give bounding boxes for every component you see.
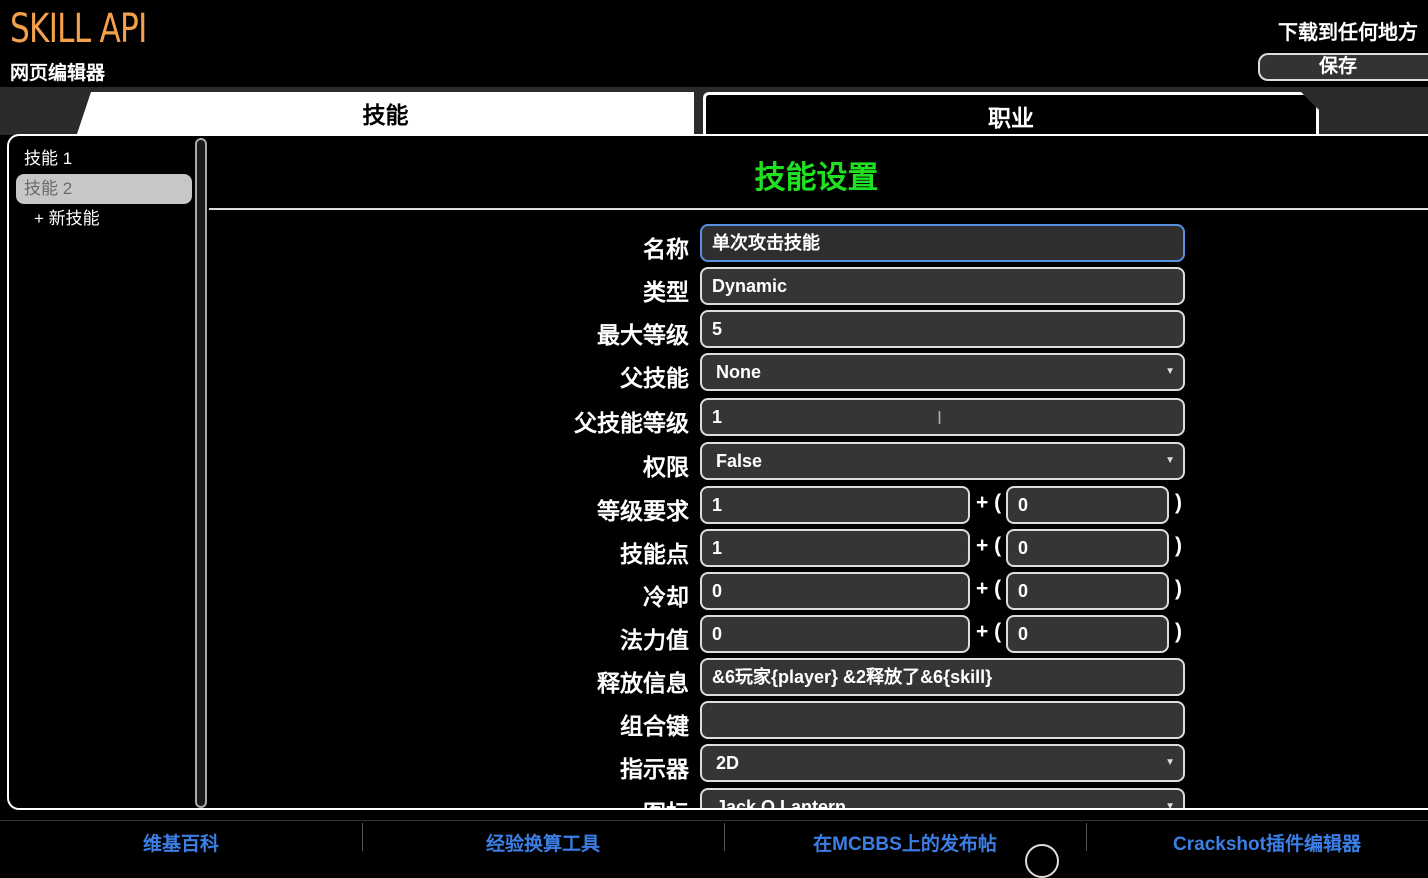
- chevron-down-icon: ▼: [1165, 455, 1175, 466]
- app-logo: SKILL API: [10, 6, 147, 52]
- footer-link-wiki[interactable]: 维基百科: [0, 829, 362, 856]
- skill-points-scale-input[interactable]: 0: [1006, 529, 1169, 567]
- type-label: 类型: [643, 279, 689, 305]
- save-button[interactable]: 保存: [1258, 53, 1428, 81]
- parent-skill-value: None: [716, 362, 761, 382]
- footer-link-exp-tool[interactable]: 经验换算工具: [362, 829, 724, 856]
- cooldown-label: 冷却: [643, 584, 689, 610]
- row-max-level: 最大等级 5: [209, 310, 1209, 348]
- tab-classes[interactable]: 职业: [703, 92, 1319, 134]
- main-header: 技能设置: [209, 138, 1428, 210]
- chevron-down-icon: ▼: [1165, 366, 1175, 377]
- permission-label: 权限: [643, 454, 689, 480]
- combo-input[interactable]: [700, 701, 1185, 739]
- cooldown-base-input[interactable]: 0: [700, 572, 970, 610]
- skill-list: 技能 1 技能 2 + 新技能: [11, 138, 201, 808]
- row-cast-message: 释放信息 &6玩家{player} &2释放了&6{skill}: [209, 658, 1209, 696]
- parent-skill-select[interactable]: None ▼: [700, 353, 1185, 391]
- new-skill-button[interactable]: + 新技能: [16, 204, 192, 234]
- close-paren: ): [1175, 620, 1182, 643]
- mana-label: 法力值: [620, 627, 689, 653]
- row-skill-points: 技能点 1 + ( 0 ): [209, 529, 1209, 567]
- level-req-label: 等级要求: [597, 498, 689, 524]
- row-indicator: 指示器 2D ▼: [209, 744, 1209, 782]
- text-cursor-icon: I: [937, 408, 943, 428]
- editor-panel: 技能 1 技能 2 + 新技能 技能设置 名称 单次攻击技能 类型 Dynami…: [7, 134, 1428, 810]
- parent-level-label: 父技能等级: [574, 410, 689, 436]
- close-paren: ): [1175, 534, 1182, 557]
- row-icon: 图标 Jack O Lantern ▼: [209, 788, 1209, 808]
- download-link[interactable]: 下载到任何地方: [1278, 16, 1418, 45]
- combo-label: 组合键: [620, 713, 689, 739]
- permission-select[interactable]: False ▼: [700, 442, 1185, 480]
- type-input[interactable]: Dynamic: [700, 267, 1185, 305]
- icon-value: Jack O Lantern: [716, 797, 847, 808]
- permission-value: False: [716, 451, 763, 471]
- app-subtitle: 网页编辑器: [10, 63, 106, 84]
- row-parent-level: 父技能等级 1: [209, 398, 1209, 436]
- row-permission: 权限 False ▼: [209, 442, 1209, 480]
- plus-sign: + (: [976, 577, 1002, 600]
- close-paren: ): [1175, 491, 1182, 514]
- row-mana: 法力值 0 + ( 0 ): [209, 615, 1209, 653]
- skill-points-label: 技能点: [620, 541, 689, 567]
- footer-link-crackshot[interactable]: Crackshot插件编辑器: [1086, 829, 1428, 856]
- row-level-req: 等级要求 1 + ( 0 ): [209, 486, 1209, 524]
- max-level-label: 最大等级: [597, 322, 689, 348]
- row-parent-skill: 父技能 None ▼: [209, 353, 1209, 391]
- level-req-scale-input[interactable]: 0: [1006, 486, 1169, 524]
- max-level-input[interactable]: 5: [700, 310, 1185, 348]
- chevron-down-icon: ▼: [1165, 757, 1175, 768]
- indicator-value: 2D: [716, 753, 740, 773]
- cooldown-scale-input[interactable]: 0: [1006, 572, 1169, 610]
- chevron-down-icon: ▼: [1165, 801, 1175, 808]
- plus-sign: + (: [976, 491, 1002, 514]
- mana-base-input[interactable]: 0: [700, 615, 970, 653]
- skill-list-item-selected[interactable]: 技能 2: [16, 174, 192, 204]
- row-cooldown: 冷却 0 + ( 0 ): [209, 572, 1209, 610]
- parent-skill-label: 父技能: [620, 365, 689, 391]
- skill-list-item[interactable]: 技能 1: [16, 144, 192, 174]
- row-name: 名称 单次攻击技能: [209, 224, 1209, 262]
- footer: 维基百科 经验换算工具 在MCBBS上的发布帖 Crackshot插件编辑器: [0, 820, 1428, 855]
- icon-label: 图标: [643, 794, 689, 808]
- name-input[interactable]: 单次攻击技能: [700, 224, 1185, 262]
- indicator-label: 指示器: [620, 756, 689, 782]
- mana-scale-input[interactable]: 0: [1006, 615, 1169, 653]
- icon-select[interactable]: Jack O Lantern ▼: [700, 788, 1185, 808]
- indicator-select[interactable]: 2D ▼: [700, 744, 1185, 782]
- level-req-base-input[interactable]: 1: [700, 486, 970, 524]
- circle-icon: [1025, 844, 1059, 878]
- close-paren: ): [1175, 577, 1182, 600]
- plus-sign: + (: [976, 534, 1002, 557]
- row-type: 类型 Dynamic: [209, 267, 1209, 305]
- plus-sign: + (: [976, 620, 1002, 643]
- parent-level-input[interactable]: 1: [700, 398, 1185, 436]
- page-title: 技能设置: [754, 160, 879, 195]
- cast-message-input[interactable]: &6玩家{player} &2释放了&6{skill}: [700, 658, 1185, 696]
- cast-message-label: 释放信息: [597, 670, 689, 696]
- skill-list-scrollbar[interactable]: [195, 138, 207, 808]
- name-label: 名称: [643, 236, 689, 262]
- skill-points-base-input[interactable]: 1: [700, 529, 970, 567]
- row-combo: 组合键: [209, 701, 1209, 739]
- tab-skills[interactable]: 技能: [77, 92, 694, 134]
